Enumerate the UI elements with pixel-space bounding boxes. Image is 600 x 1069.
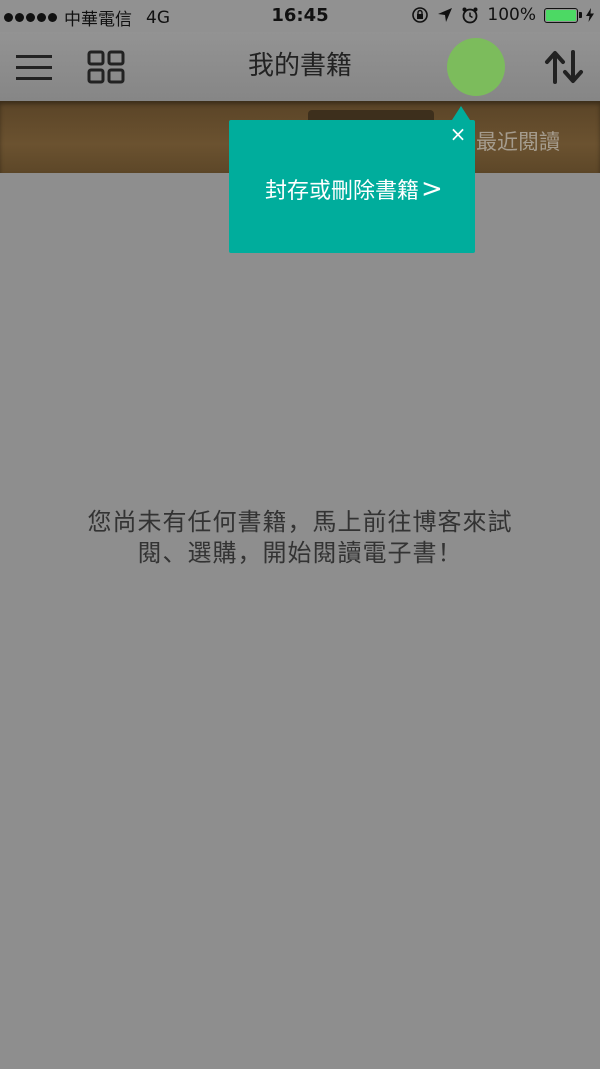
archive-delete-books-link[interactable]: 封存或刪除書籍 >	[265, 173, 443, 205]
tutorial-highlight-circle[interactable]	[447, 38, 505, 96]
recent-reading-tab[interactable]: 最近閱讀	[476, 126, 560, 156]
sort-icon-glyph	[545, 49, 583, 84]
battery-level	[546, 9, 576, 21]
location-icon	[438, 8, 453, 22]
battery-tip	[579, 11, 582, 18]
rotation-lock-icon	[412, 7, 429, 23]
nav-bar: 我的書籍	[0, 32, 600, 101]
tooltip-arrow	[452, 106, 470, 120]
empty-state-line-2: 閱、選購，開始閱讀電子書！	[137, 539, 463, 567]
tooltip-link-text: 封存或刪除書籍	[265, 179, 420, 204]
chevron-right-icon: >	[421, 174, 443, 204]
empty-state-line-1: 您尚未有任何書籍，馬上前往博客來試	[87, 508, 513, 536]
page-title: 我的書籍	[247, 51, 352, 81]
battery-percent: 100%	[487, 5, 536, 25]
empty-state-message: 您尚未有任何書籍，馬上前往博客來試 閱、選購，開始閱讀電子書！	[40, 507, 560, 569]
alarm-icon	[462, 7, 478, 24]
close-icon[interactable]: ×	[447, 123, 469, 145]
charging-bolt-icon	[586, 8, 594, 22]
battery-icon	[544, 7, 582, 23]
tutorial-tooltip: × 封存或刪除書籍 >	[229, 120, 475, 253]
status-right: 100%	[411, 5, 594, 25]
shelf-tab-indicator	[308, 110, 434, 120]
sort-icon[interactable]	[540, 32, 588, 101]
status-bar: 中華電信 4G 16:45 100%	[0, 0, 600, 32]
